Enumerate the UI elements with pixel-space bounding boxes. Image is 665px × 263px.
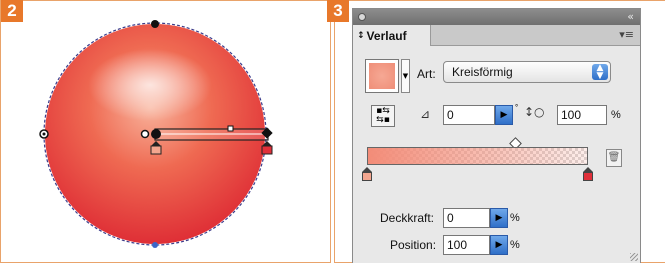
opacity-percent: % <box>510 212 520 224</box>
position-dropdown-button[interactable]: ▶ <box>490 235 508 255</box>
tab-arrows-icon: ↕ <box>357 30 365 41</box>
opacity-label: Deckkraft: <box>380 211 435 225</box>
panel-menu-icon[interactable]: ▾≡ <box>619 28 634 41</box>
gradient-swatch[interactable] <box>365 59 399 93</box>
resize-grip[interactable] <box>630 253 638 261</box>
aspect-percent: % <box>611 109 621 121</box>
gradient-type-value: Kreisförmig <box>452 65 513 79</box>
dropdown-arrow-icon[interactable]: ▼ <box>401 59 410 93</box>
gradient-origin-point[interactable] <box>151 129 161 139</box>
type-label: Art: <box>417 67 436 81</box>
radial-gradient-canvas <box>39 20 273 248</box>
collapse-icon[interactable]: « <box>627 10 634 23</box>
angle-dropdown-button[interactable]: ▶ <box>495 105 513 125</box>
tab-verlauf[interactable]: ↕ Verlauf <box>353 25 431 46</box>
opacity-dropdown-button[interactable]: ▶ <box>490 208 508 228</box>
aspect-ratio-icon: ↕○ <box>524 105 545 119</box>
degree-symbol: ° <box>515 103 519 112</box>
position-label: Position: <box>390 238 437 252</box>
gradient-panel: « ↕ Verlauf ▾≡ ▼ Art: Kreisförmig ▲ ▼ ▪⇆ ⇆… <box>352 8 641 263</box>
gradient-left-handle-dot <box>42 132 46 136</box>
angle-input[interactable]: 0 <box>443 105 495 125</box>
step-2-badge: 2 <box>1 0 23 22</box>
gradient-type-select[interactable]: Kreisförmig ▲ ▼ <box>443 61 611 83</box>
angle-icon: ⊿ <box>420 107 431 121</box>
aspect-ratio-input[interactable]: 100 <box>557 105 607 125</box>
opacity-input[interactable]: 0 <box>443 208 490 228</box>
panel-tabbar: ↕ Verlauf ▾≡ <box>353 25 640 46</box>
gradient-stop-left[interactable] <box>362 167 372 181</box>
gradient-midpoint[interactable] <box>227 125 234 132</box>
reverse-gradient-icon[interactable]: ▪⇆ ⇆▪ <box>371 105 395 127</box>
gradient-top-handle[interactable] <box>151 20 159 28</box>
position-percent: % <box>510 239 520 251</box>
tab-label: Verlauf <box>366 28 407 43</box>
gradient-bottom-handle[interactable] <box>152 242 158 248</box>
close-icon[interactable] <box>358 13 366 21</box>
sphere-highlight <box>88 49 212 121</box>
gradient-swatch-preview <box>369 63 395 89</box>
panel-titlebar: « <box>353 9 640 25</box>
gradient-stop-right[interactable] <box>583 167 593 181</box>
gradient-slider[interactable] <box>367 147 588 165</box>
step-3-badge: 3 <box>327 0 349 22</box>
select-arrows-icon: ▲ ▼ <box>592 64 608 81</box>
gradient-origin-ring[interactable] <box>140 129 150 139</box>
trash-icon[interactable]: 🗑 <box>606 149 622 167</box>
position-input[interactable]: 100 <box>443 235 490 255</box>
